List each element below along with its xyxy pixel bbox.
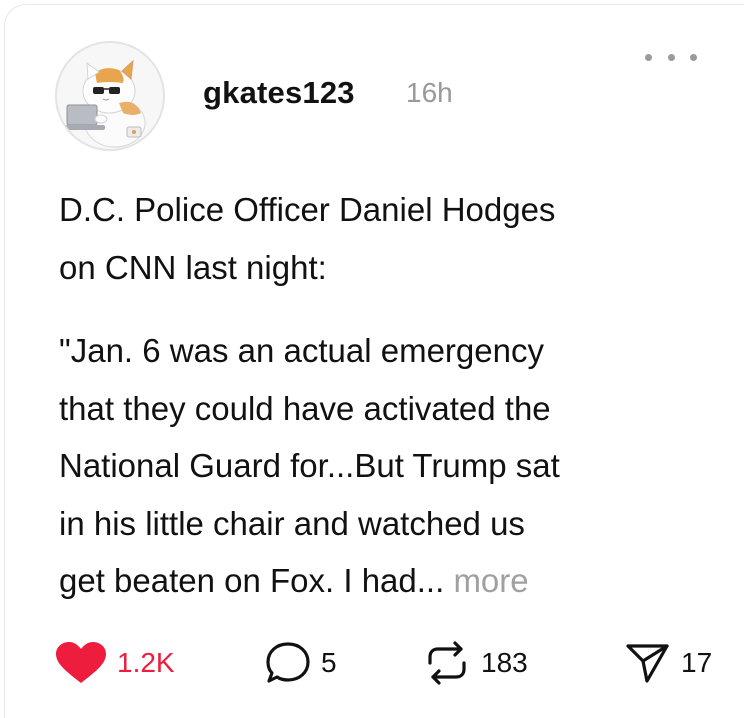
share-count: 17	[681, 647, 713, 678]
more-link[interactable]: more	[453, 562, 528, 599]
post-line: "Jan. 6 was an actual emergency	[59, 332, 544, 369]
like-button[interactable]: 1.2K	[55, 641, 175, 685]
comment-icon	[266, 642, 310, 683]
dot	[667, 53, 675, 61]
reply-button[interactable]: 5	[265, 641, 337, 685]
post-time: 16h	[406, 77, 453, 108]
post-line-last: get beaten on Fox. I had... more	[59, 552, 699, 610]
action-bar: 1.2K 5 183 17	[55, 641, 735, 685]
repost-button[interactable]: 183	[423, 641, 528, 685]
cat-avatar-image	[57, 43, 163, 149]
username[interactable]: gkates123	[203, 75, 355, 111]
reply-count: 5	[321, 647, 337, 678]
avatar[interactable]	[55, 41, 165, 151]
post-line: on CNN last night:	[59, 248, 327, 286]
post-line: in his little chair and watched us	[59, 504, 525, 542]
heart-icon	[56, 642, 106, 683]
post-line-text: get beaten on Fox. I had...	[59, 562, 454, 599]
repost-icon	[428, 641, 466, 685]
post-line: D.C. Police Officer Daniel Hodges	[59, 191, 556, 228]
repost-count: 183	[481, 647, 528, 678]
post-paragraph: "Jan. 6 was an actual emergency that the…	[59, 322, 699, 610]
more-icon[interactable]	[645, 45, 697, 69]
like-count: 1.2K	[117, 647, 175, 678]
post-paragraph: D.C. Police Officer Daniel Hodges on CNN…	[59, 181, 699, 296]
share-button[interactable]: 17	[625, 641, 712, 685]
post-line: National Guard for...But Trump sat	[59, 447, 560, 484]
send-icon	[626, 644, 669, 683]
post-text: D.C. Police Officer Daniel Hodges on CNN…	[59, 181, 699, 610]
dot	[645, 53, 652, 61]
post-line: that they could have activated the	[59, 389, 551, 427]
dot	[690, 53, 697, 61]
post-card: gkates123 16h D.C. Police Officer Daniel…	[4, 4, 744, 718]
